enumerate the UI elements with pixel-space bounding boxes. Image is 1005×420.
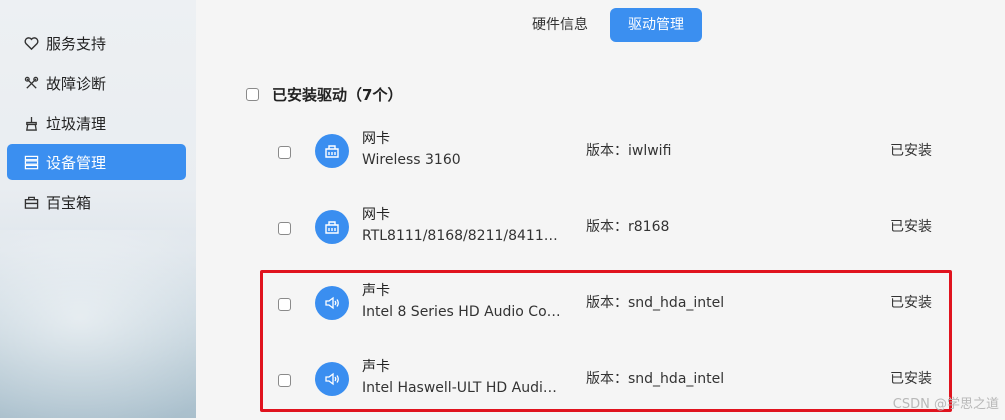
- sidebar-item-label: 设备管理: [46, 153, 107, 172]
- driver-status: 已安装: [890, 143, 932, 159]
- driver-row: 网卡 Wireless 3160 版本：iwlwifi 已安装: [196, 116, 1005, 192]
- sidebar-item-label: 服务支持: [46, 34, 107, 53]
- sidebar-item-label: 垃圾清理: [46, 114, 107, 133]
- driver-version: 版本：snd_hda_intel: [586, 295, 725, 311]
- driver-type: 声卡: [362, 359, 390, 375]
- heart-shield-icon: [23, 35, 39, 51]
- driver-model: Intel Haswell-ULT HD Audi…: [362, 380, 557, 396]
- sidebar-item-diagnosis[interactable]: 故障诊断: [7, 65, 186, 101]
- driver-model: Wireless 3160: [362, 152, 461, 168]
- sidebar-item-device-management[interactable]: 设备管理: [7, 144, 186, 180]
- driver-type: 网卡: [362, 131, 390, 147]
- driver-type: 网卡: [362, 207, 390, 223]
- driver-status: 已安装: [890, 219, 932, 235]
- section-title: 已安装驱动（7个）: [272, 86, 403, 104]
- broom-icon: [23, 115, 39, 131]
- speaker-icon: [315, 362, 349, 396]
- network-card-icon: [315, 134, 349, 168]
- driver-version: 版本：iwlwifi: [586, 143, 672, 159]
- driver-type: 声卡: [362, 283, 390, 299]
- sidebar-item-label: 百宝箱: [46, 193, 92, 212]
- installed-drivers-header: 已安装驱动（7个）: [246, 84, 402, 105]
- main-panel: 硬件信息 驱动管理 已安装驱动（7个） 网卡 Wireless 3160 版本：…: [196, 0, 1005, 418]
- sidebar: 服务支持 故障诊断 垃圾清理 设备管理 百宝箱: [0, 0, 196, 418]
- tab-bar: 硬件信息 驱动管理: [514, 8, 702, 42]
- driver-status: 已安装: [890, 371, 932, 387]
- driver-row: 声卡 Intel 8 Series HD Audio Co… 版本：snd_hd…: [196, 268, 1005, 344]
- sidebar-item-cleanup[interactable]: 垃圾清理: [7, 105, 186, 141]
- driver-version: 版本：r8168: [586, 219, 670, 235]
- watermark: CSDN @学思之道: [892, 397, 999, 412]
- driver-status: 已安装: [890, 295, 932, 311]
- sidebar-item-label: 故障诊断: [46, 74, 107, 93]
- driver-checkbox[interactable]: [278, 146, 291, 159]
- network-card-icon: [315, 210, 349, 244]
- driver-checkbox[interactable]: [278, 298, 291, 311]
- driver-version: 版本：snd_hda_intel: [586, 371, 725, 387]
- speaker-icon: [315, 286, 349, 320]
- driver-model: Intel 8 Series HD Audio Co…: [362, 304, 561, 320]
- driver-model: RTL8111/8168/8211/8411 …: [362, 228, 562, 244]
- toolbox-icon: [23, 194, 39, 210]
- device-list-icon: [23, 154, 39, 170]
- select-all-checkbox[interactable]: [246, 88, 259, 101]
- tab-driver-management[interactable]: 驱动管理: [610, 8, 702, 42]
- driver-checkbox[interactable]: [278, 222, 291, 235]
- driver-row: 声卡 Intel Haswell-ULT HD Audi… 版本：snd_hda…: [196, 344, 1005, 420]
- tab-hardware-info[interactable]: 硬件信息: [514, 8, 606, 42]
- driver-row: 网卡 RTL8111/8168/8211/8411 … 版本：r8168 已安装: [196, 192, 1005, 268]
- sidebar-item-service-support[interactable]: 服务支持: [7, 25, 186, 61]
- tools-icon: [23, 75, 39, 91]
- driver-checkbox[interactable]: [278, 374, 291, 387]
- sidebar-item-toolbox[interactable]: 百宝箱: [7, 184, 186, 220]
